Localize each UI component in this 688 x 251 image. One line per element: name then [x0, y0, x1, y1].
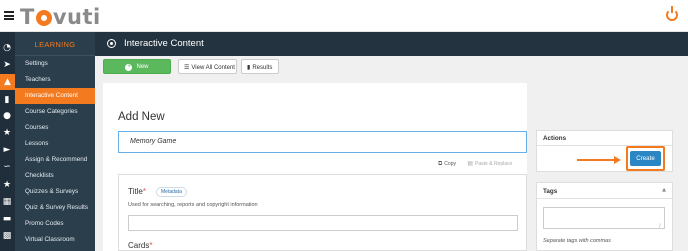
- graduation-cap-icon[interactable]: ▲: [0, 74, 15, 90]
- rss-icon[interactable]: ∽: [2, 162, 12, 172]
- top-bar: Tvuti: [0, 0, 688, 32]
- add-new-form: Add New Memory Game ⧉ Copy ▤ Paste & Repla…: [103, 83, 527, 251]
- new-button[interactable]: + New: [103, 59, 171, 74]
- add-new-heading: Add New: [118, 111, 165, 123]
- title-field-label: Title*: [128, 187, 146, 196]
- clipboard-icon: ▤: [467, 160, 474, 167]
- sidebar-item-virtual-classroom[interactable]: Virtual Classroom: [15, 232, 95, 248]
- collapse-caret-icon[interactable]: ▲: [662, 187, 666, 193]
- power-icon[interactable]: [666, 6, 678, 21]
- sidebar-item-settings[interactable]: Settings: [15, 56, 95, 72]
- page-header: Interactive Content: [95, 32, 688, 56]
- copy-paste-row: ⧉ Copy ▤ Paste & Replace: [438, 160, 512, 168]
- copy-button[interactable]: ⧉ Copy: [438, 160, 456, 167]
- table-icon[interactable]: ▦: [2, 197, 12, 207]
- results-button[interactable]: ▮ Results: [241, 59, 279, 74]
- megaphone-icon[interactable]: ►: [2, 145, 12, 155]
- icon-rail: ◔ ➤ ▲ ▮ ● ★ ► ∽ ★ ▦ ▬ ▩: [0, 32, 15, 251]
- hamburger-menu-icon[interactable]: [4, 11, 14, 20]
- sidebar-item-quizzes-surveys[interactable]: Quizzes & Surveys: [15, 184, 95, 200]
- sidebar-item-course-categories[interactable]: Course Categories: [15, 104, 95, 120]
- divider: [537, 198, 672, 199]
- users-icon[interactable]: ●: [2, 111, 12, 121]
- annotation-arrow: [577, 159, 615, 161]
- bar-chart-icon: ▮: [247, 64, 251, 71]
- list-icon: ☰: [184, 64, 190, 71]
- tovuti-logo[interactable]: Tvuti: [20, 5, 101, 29]
- copy-icon: ⧉: [438, 160, 443, 167]
- star-icon[interactable]: ★: [2, 180, 12, 190]
- sidebar-item-assign-recommend[interactable]: Assign & Recommend: [15, 152, 95, 168]
- speedometer-icon[interactable]: ◔: [2, 43, 12, 53]
- play-circle-icon: [107, 39, 116, 48]
- sidebar-item-interactive-content[interactable]: Interactive Content: [15, 88, 95, 104]
- credit-card-icon[interactable]: ▬: [2, 214, 12, 224]
- sidebar-item-promo-codes[interactable]: Promo Codes: [15, 216, 95, 232]
- rocket-icon[interactable]: ➤: [2, 60, 12, 70]
- page-title: Interactive Content: [124, 38, 204, 49]
- sidebar-item-lessons[interactable]: Lessons: [15, 136, 95, 152]
- sidebar-item-quiz-survey-results[interactable]: Quiz & Survey Results: [15, 200, 95, 216]
- trophy-icon[interactable]: ★: [2, 128, 12, 138]
- field-panel: Title* Metadata Used for searching, repo…: [118, 174, 527, 251]
- toolbar: + New ☰ View All Content ▮ Results: [95, 56, 688, 79]
- annotation-arrow-head: [614, 156, 621, 164]
- actions-heading: Actions: [543, 135, 567, 142]
- title-field-help: Used for searching, reports and copyrigh…: [128, 202, 258, 208]
- tags-heading: Tags: [543, 188, 558, 195]
- tags-hint: Separate tags with commas: [543, 238, 611, 244]
- cards-field-label: Cards*: [128, 241, 153, 250]
- bar-chart-icon[interactable]: ▮: [2, 95, 12, 105]
- plus-icon: +: [125, 64, 133, 71]
- sidebar-header: LEARNING: [15, 32, 95, 56]
- sidebar-item-checklists[interactable]: Checklists: [15, 168, 95, 184]
- view-all-content-button[interactable]: ☰ View All Content: [178, 59, 237, 74]
- sidebar-item-teachers[interactable]: Teachers: [15, 72, 95, 88]
- metadata-button[interactable]: Metadata: [156, 187, 187, 197]
- sidebar-item-courses[interactable]: Courses: [15, 120, 95, 136]
- tags-input[interactable]: [543, 207, 665, 229]
- tags-panel: Tags ▲ ∕ Separate tags with commas: [536, 182, 673, 251]
- resize-grip-icon[interactable]: ∕: [659, 223, 661, 229]
- sidebar: LEARNING Settings Teachers Interactive C…: [15, 32, 95, 251]
- org-chart-icon[interactable]: ▩: [2, 231, 12, 241]
- title-field-input[interactable]: [128, 215, 518, 231]
- create-button[interactable]: Create: [630, 151, 661, 166]
- paste-replace-button[interactable]: ▤ Paste & Replace: [467, 160, 512, 167]
- content-title-input[interactable]: Memory Game: [118, 131, 527, 153]
